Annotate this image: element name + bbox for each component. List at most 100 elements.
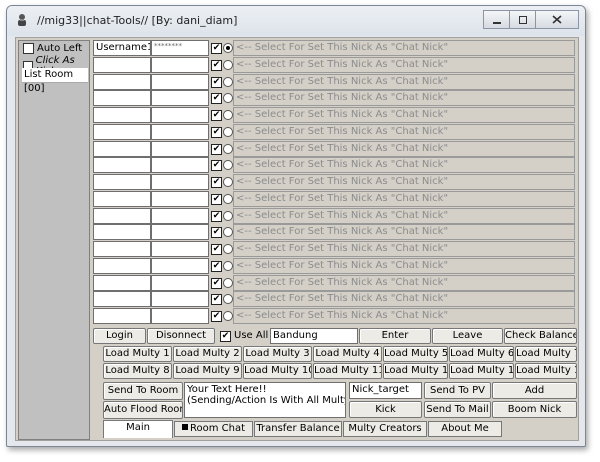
chat-nick-radio[interactable] — [223, 260, 233, 271]
account-checkbox[interactable]: ✔ — [211, 227, 222, 239]
password-field[interactable] — [151, 257, 209, 274]
add-button[interactable]: Add — [492, 382, 577, 399]
username-field[interactable] — [93, 157, 151, 174]
account-checkbox[interactable]: ✔ — [211, 294, 222, 306]
account-checkbox[interactable]: ✔ — [211, 126, 222, 138]
username-field[interactable] — [93, 123, 151, 140]
username-field[interactable] — [93, 190, 151, 207]
password-field[interactable] — [151, 140, 209, 157]
password-field[interactable] — [151, 174, 209, 190]
use-all-checkbox[interactable]: ✔ — [220, 331, 231, 342]
tab-about-me[interactable]: About Me — [428, 421, 502, 437]
load-multy-3-button[interactable]: Load Multy 3 — [243, 346, 312, 362]
load-multy-9-button[interactable]: Load Multy 9 — [173, 363, 242, 379]
auto-left-option[interactable]: Auto Left — [23, 43, 82, 54]
password-field[interactable] — [151, 224, 209, 241]
password-field[interactable] — [151, 90, 209, 107]
username-field[interactable] — [93, 174, 151, 190]
leave-button[interactable]: Leave — [432, 328, 503, 344]
room-input[interactable]: Bandung — [270, 328, 358, 344]
close-button[interactable] — [535, 10, 579, 29]
message-textarea[interactable]: Your Text Here!! (Sending/Action Is With… — [184, 382, 346, 418]
chat-nick-radio[interactable] — [223, 210, 233, 221]
account-checkbox[interactable]: ✔ — [211, 143, 222, 155]
load-multy-11-button[interactable]: Load Multy 11 — [313, 363, 382, 379]
account-checkbox[interactable]: ✔ — [211, 177, 222, 188]
chat-nick-radio[interactable] — [223, 43, 233, 53]
chat-nick-radio[interactable] — [223, 126, 233, 137]
chat-nick-radio[interactable] — [223, 110, 233, 120]
account-checkbox[interactable]: ✔ — [211, 260, 222, 272]
chat-nick-radio[interactable] — [223, 277, 233, 288]
account-checkbox[interactable]: ✔ — [211, 76, 222, 88]
username-field[interactable] — [93, 291, 151, 308]
boom-nick-button[interactable]: Boom Nick — [492, 401, 577, 418]
chat-nick-radio[interactable] — [223, 227, 233, 238]
tab-transfer-balance[interactable]: Transfer Balance — [254, 421, 342, 437]
send-to-mail-button[interactable]: Send To Mail — [424, 401, 491, 418]
login-button[interactable]: Login — [93, 328, 146, 344]
minimize-button[interactable] — [483, 10, 510, 29]
username-field[interactable] — [93, 56, 151, 73]
account-checkbox[interactable]: ✔ — [211, 210, 222, 222]
send-to-room-button[interactable]: Send To Room — [103, 382, 183, 400]
list-room-item[interactable]: List Room [00] — [22, 68, 88, 94]
tab-room-chat[interactable]: Room Chat — [174, 421, 253, 437]
password-field[interactable] — [151, 308, 209, 324]
load-multy-2-button[interactable]: Load Multy 2 — [173, 346, 242, 362]
account-checkbox[interactable]: ✔ — [211, 277, 222, 289]
password-field[interactable] — [151, 190, 209, 207]
chat-nick-radio[interactable] — [223, 160, 233, 171]
load-multy-12-button[interactable]: Load Multy 12 — [383, 363, 448, 379]
username-field[interactable] — [93, 241, 151, 257]
load-multy-14-button[interactable]: Load Multy 14 — [515, 363, 577, 379]
password-field[interactable] — [151, 123, 209, 140]
account-checkbox[interactable]: ✔ — [211, 160, 222, 172]
auto-left-checkbox[interactable] — [23, 43, 34, 54]
maximize-button[interactable] — [509, 10, 536, 29]
password-field[interactable] — [151, 56, 209, 73]
title-bar[interactable]: //mig33||chat-Tools// [By: dani_diam] — [7, 6, 585, 36]
load-multy-1-button[interactable]: Load Multy 1 — [103, 346, 172, 362]
chat-nick-radio[interactable] — [223, 143, 233, 154]
username-field[interactable] — [93, 207, 151, 224]
chat-nick-radio[interactable] — [223, 93, 233, 104]
password-field[interactable]: ******** — [151, 40, 209, 56]
username-field[interactable] — [93, 90, 151, 107]
password-field[interactable] — [151, 274, 209, 291]
username-field[interactable] — [93, 274, 151, 291]
kick-button[interactable]: Kick — [349, 401, 422, 418]
account-checkbox[interactable]: ✔ — [211, 244, 222, 255]
account-checkbox[interactable]: ✔ — [211, 193, 222, 205]
send-to-pv-button[interactable]: Send To PV — [424, 382, 491, 399]
chat-nick-radio[interactable] — [223, 311, 233, 321]
chat-nick-radio[interactable] — [223, 59, 233, 70]
load-multy-6-button[interactable]: Load Multy 6 — [449, 346, 514, 362]
account-checkbox[interactable]: ✔ — [211, 311, 222, 322]
password-field[interactable] — [151, 107, 209, 123]
disconnect-button[interactable]: Disonnect — [147, 328, 215, 344]
chat-nick-radio[interactable] — [223, 177, 233, 187]
password-field[interactable] — [151, 291, 209, 308]
account-checkbox[interactable]: ✔ — [211, 93, 222, 105]
username-field[interactable] — [93, 107, 151, 123]
username-field[interactable] — [93, 308, 151, 324]
nick-target-input[interactable]: Nick_target — [349, 382, 422, 399]
username-field[interactable] — [93, 224, 151, 241]
username-field[interactable] — [93, 257, 151, 274]
auto-flood-room-button[interactable]: Auto Flood Room — [103, 401, 183, 419]
password-field[interactable] — [151, 207, 209, 224]
load-multy-13-button[interactable]: Load Multy 13 — [449, 363, 514, 379]
username-field[interactable]: Username1 — [93, 40, 151, 56]
password-field[interactable] — [151, 157, 209, 174]
tab-main[interactable]: Main — [103, 420, 173, 438]
load-multy-7-button[interactable]: Load Multy 7 — [515, 346, 577, 362]
password-field[interactable] — [151, 73, 209, 90]
chat-nick-radio[interactable] — [223, 294, 233, 305]
password-field[interactable] — [151, 241, 209, 257]
load-multy-10-button[interactable]: Load Multy 10 — [243, 363, 312, 379]
account-checkbox[interactable]: ✔ — [211, 59, 222, 71]
load-multy-8-button[interactable]: Load Multy 8 — [103, 363, 172, 379]
load-multy-5-button[interactable]: Load Multy 5 — [383, 346, 448, 362]
load-multy-4-button[interactable]: Load Multy 4 — [313, 346, 382, 362]
